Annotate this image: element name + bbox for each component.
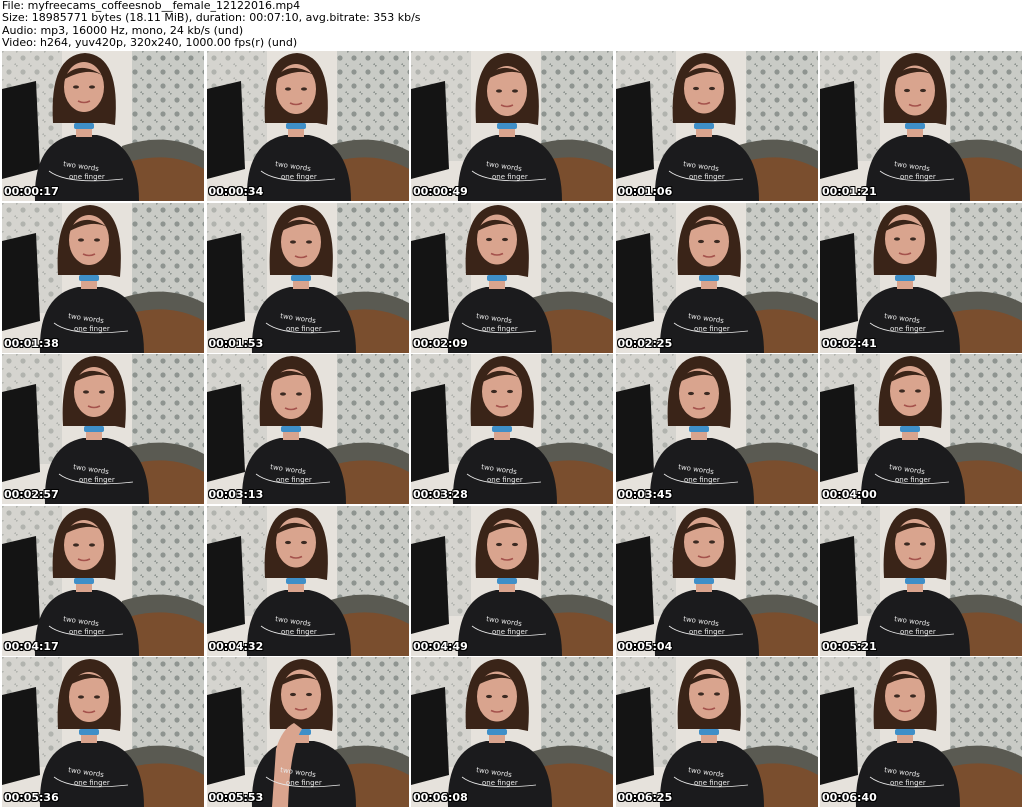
thumbnail-timestamp: 00:06:25	[617, 791, 673, 804]
frame-image: two wordsone finger	[206, 505, 409, 656]
frame-image: two wordsone finger	[820, 202, 1022, 353]
thumbnail-timestamp: 00:03:28	[413, 488, 468, 501]
video-thumbnail: two words one finger 00:02:09	[411, 202, 613, 353]
video-info-line: Video: h264, yuv420p, 320x240, 1000.00 f…	[2, 36, 298, 50]
frame-image: two wordsone finger	[615, 202, 818, 353]
video-thumbnail: two words one finger 00:06:08	[411, 657, 613, 807]
video-thumbnail: two words one finger 00:05:21	[820, 505, 1022, 656]
video-thumbnail: two words one finger 00:01:53	[206, 202, 409, 353]
video-thumbnail: two words one finger 00:03:45	[615, 354, 818, 504]
thumbnail-timestamp: 00:00:17	[4, 185, 59, 198]
thumbnail-timestamp: 00:01:21	[822, 185, 877, 198]
thumbnail-timestamp: 00:02:25	[617, 336, 673, 350]
video-thumbnail: two words one finger 00:02:41	[820, 202, 1022, 353]
thumbnail-timestamp: 00:02:09	[413, 336, 468, 350]
video-thumbnail: two words one finger 00:01:06	[615, 51, 818, 201]
thumbnail-timestamp: 00:02:41	[822, 336, 877, 350]
frame-image: two wordsone finger	[820, 657, 1022, 807]
video-thumbnail: two words one finger 00:01:38	[2, 202, 204, 353]
thumbnail-grid: two words one finger 00:00:17 two words one …	[0, 51, 1024, 811]
thumbnail-timestamp: 00:05:04	[617, 639, 673, 653]
frame-image: two wordsone finger	[615, 505, 818, 656]
frame-image: two wordsone finger	[206, 202, 409, 353]
thumbnail-timestamp: 00:03:45	[617, 488, 673, 501]
frame-image: two wordsone finger	[2, 51, 204, 201]
file-size-line: Size: 18985771 bytes (18.11 MiB), durati…	[2, 11, 421, 25]
video-thumbnail: two words one finger 00:05:53	[206, 657, 409, 807]
frame-image: two wordsone finger	[411, 354, 613, 504]
frame-image: two wordsone finger	[411, 51, 613, 201]
thumbnail-timestamp: 00:01:38	[4, 336, 59, 350]
frame-image: two wordsone finger	[2, 354, 204, 504]
video-thumbnail: two words one finger 00:02:57	[2, 354, 204, 504]
thumbnail-timestamp: 00:03:13	[208, 488, 264, 501]
thumbnail-timestamp: 00:05:21	[822, 639, 877, 653]
frame-image: two wordsone finger	[2, 202, 204, 353]
frame-image: two wordsone finger	[206, 657, 409, 807]
video-thumbnail: two words one finger 00:06:25	[615, 657, 818, 807]
thumbnail-timestamp: 00:06:40	[822, 791, 877, 804]
thumbnail-timestamp: 00:02:57	[4, 488, 59, 501]
thumbnail-timestamp: 00:06:08	[413, 791, 468, 804]
video-thumbnail: two words one finger 00:04:49	[411, 505, 613, 656]
video-thumbnail: two words one finger 00:02:25	[615, 202, 818, 353]
video-thumbnail: two words one finger 00:01:21	[820, 51, 1022, 201]
thumbnail-timestamp: 00:04:32	[208, 639, 264, 653]
thumbnail-timestamp: 00:05:36	[4, 791, 59, 804]
frame-image: two wordsone finger	[615, 657, 818, 807]
video-thumbnail: two words one finger 00:03:13	[206, 354, 409, 504]
video-thumbnail: two words one finger 00:04:00	[820, 354, 1022, 504]
thumbnail-timestamp: 00:04:17	[4, 639, 59, 653]
frame-image: two wordsone finger	[820, 505, 1022, 656]
video-thumbnail: two words one finger 00:06:40	[820, 657, 1022, 807]
frame-image: two wordsone finger	[615, 51, 818, 201]
frame-image: two wordsone finger	[206, 51, 409, 201]
thumbnail-timestamp: 00:05:53	[208, 791, 264, 804]
thumbnail-timestamp: 00:01:53	[208, 336, 264, 350]
file-info-header: File: myfreecams_coffeesnob__female_1212…	[2, 0, 1022, 50]
thumbnail-timestamp: 00:04:49	[413, 639, 468, 653]
thumbnail-timestamp: 00:00:49	[413, 185, 468, 198]
frame-image: two wordsone finger	[206, 354, 409, 504]
thumbnail-timestamp: 00:00:34	[208, 185, 264, 198]
frame-image: two wordsone finger	[820, 354, 1022, 504]
frame-image: two wordsone finger	[2, 657, 204, 807]
video-thumbnail: two words one finger 00:00:17	[2, 51, 204, 201]
video-thumbnail: two words one finger 00:05:04	[615, 505, 818, 656]
video-thumbnail: two words one finger 00:04:17	[2, 505, 204, 656]
video-thumbnail: two words one finger 00:00:49	[411, 51, 613, 201]
video-thumbnail: two words one finger 00:03:28	[411, 354, 613, 504]
frame-image: two wordsone finger	[411, 202, 613, 353]
frame-image: two wordsone finger	[820, 51, 1022, 201]
thumbnail-timestamp: 00:04:00	[822, 488, 877, 501]
thumbnail-timestamp: 00:01:06	[617, 185, 673, 198]
frame-image: two wordsone finger	[411, 657, 613, 807]
frame-image: two wordsone finger	[2, 505, 204, 656]
video-thumbnail: two words one finger 00:00:34	[206, 51, 409, 201]
frame-image: two wordsone finger	[615, 354, 818, 504]
frame-image: two wordsone finger	[411, 505, 613, 656]
video-thumbnail: two words one finger 00:05:36	[2, 657, 204, 807]
video-thumbnail: two words one finger 00:04:32	[206, 505, 409, 656]
